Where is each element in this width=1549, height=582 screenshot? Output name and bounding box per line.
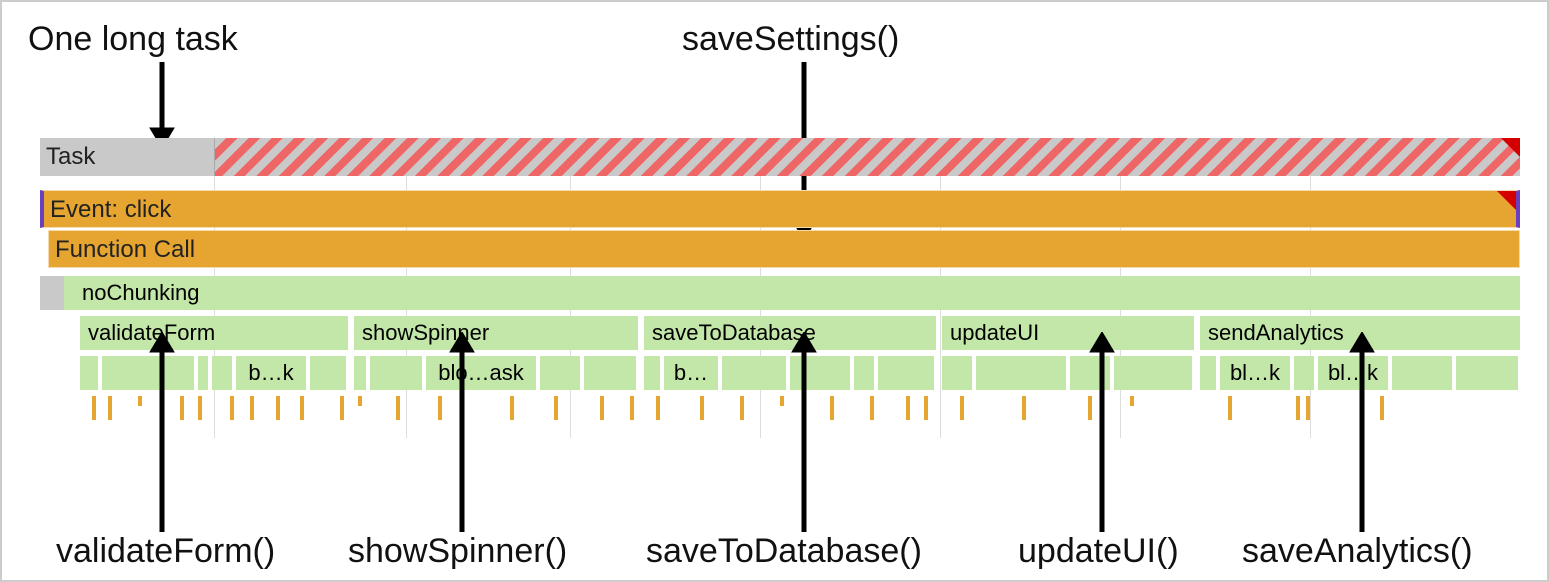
arrow-up-icon bbox=[142, 332, 182, 532]
event-warning-triangle-icon bbox=[1497, 191, 1516, 210]
sub-block[interactable] bbox=[644, 356, 660, 390]
function-call-bar[interactable]: Function Call bbox=[48, 230, 1520, 268]
arrow-up-icon bbox=[442, 332, 482, 532]
sub-block[interactable] bbox=[354, 356, 366, 390]
sub-block[interactable] bbox=[584, 356, 636, 390]
event-click-label: Event: click bbox=[50, 196, 171, 223]
task-bar-label: Task bbox=[46, 138, 95, 176]
sub-block[interactable] bbox=[1200, 356, 1216, 390]
fn-validate-form[interactable]: validateForm bbox=[80, 316, 348, 350]
event-click-bar[interactable]: Event: click bbox=[40, 190, 1520, 228]
annotation-save-settings: saveSettings() bbox=[682, 20, 899, 59]
sub-block[interactable] bbox=[310, 356, 346, 390]
annotation-update-ui: updateUI() bbox=[1018, 532, 1179, 571]
sub-block[interactable] bbox=[722, 356, 786, 390]
sub-block[interactable] bbox=[80, 356, 98, 390]
annotation-validate-form: validateForm() bbox=[56, 532, 275, 571]
tick-row bbox=[40, 394, 1520, 434]
arrow-up-icon bbox=[784, 332, 824, 532]
sub-block[interactable]: b…k bbox=[236, 356, 306, 390]
function-call-label: Function Call bbox=[55, 236, 195, 263]
annotation-save-to-database: saveToDatabase() bbox=[646, 532, 922, 571]
arrow-up-icon bbox=[1342, 332, 1382, 532]
fn-label: updateUI bbox=[950, 320, 1039, 345]
sub-block[interactable] bbox=[1456, 356, 1518, 390]
sub-block[interactable] bbox=[854, 356, 874, 390]
sub-block[interactable] bbox=[198, 356, 208, 390]
task-warning-triangle-icon bbox=[1501, 138, 1520, 157]
no-chunking-label: noChunking bbox=[82, 280, 199, 305]
annotation-save-analytics: saveAnalytics() bbox=[1242, 532, 1473, 571]
annotation-show-spinner: showSpinner() bbox=[348, 532, 567, 571]
sub-block[interactable] bbox=[976, 356, 1066, 390]
sub-block[interactable] bbox=[1114, 356, 1192, 390]
arrow-up-icon bbox=[1082, 332, 1122, 532]
sub-block[interactable] bbox=[942, 356, 972, 390]
sub-block[interactable] bbox=[1294, 356, 1314, 390]
no-chunking-bar[interactable]: noChunking bbox=[74, 276, 1520, 310]
sub-block[interactable] bbox=[370, 356, 422, 390]
fn-update-ui[interactable]: updateUI bbox=[942, 316, 1194, 350]
sub-block[interactable] bbox=[878, 356, 934, 390]
no-chunking-row[interactable]: noChunking bbox=[40, 276, 1520, 310]
sub-block[interactable]: bl…k bbox=[1220, 356, 1290, 390]
annotation-long-task: One long task bbox=[28, 20, 238, 59]
sub-block[interactable] bbox=[1392, 356, 1452, 390]
sub-block[interactable] bbox=[540, 356, 580, 390]
flame-chart[interactable]: Task Event: click Function Call noChunki… bbox=[40, 138, 1520, 438]
task-long-stripe[interactable] bbox=[214, 138, 1520, 176]
gray-sliver bbox=[40, 276, 64, 310]
fn-show-spinner[interactable]: showSpinner bbox=[354, 316, 638, 350]
arrow-down-icon bbox=[142, 62, 182, 150]
fn-label: sendAnalytics bbox=[1208, 320, 1344, 345]
sub-block[interactable] bbox=[212, 356, 232, 390]
sub-block[interactable]: b… bbox=[664, 356, 718, 390]
